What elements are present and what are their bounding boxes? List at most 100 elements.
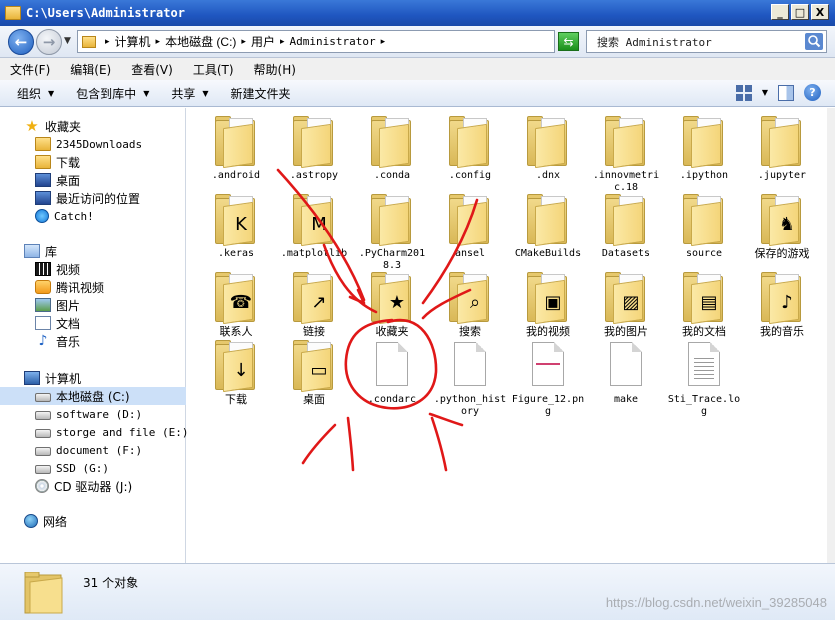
folder-item-item-15[interactable]: ♞ 保存的游戏 bbox=[743, 194, 821, 260]
tencent-video-icon bbox=[35, 280, 51, 294]
folder-item-item-16[interactable]: ☎ 联系人 bbox=[197, 272, 275, 338]
search-input[interactable]: 搜索 Administrator bbox=[586, 30, 827, 53]
folder-item-android[interactable]: .android bbox=[197, 116, 275, 182]
folder-item-item-25[interactable]: ▭ 桌面 bbox=[275, 340, 353, 406]
folder-item-astropy[interactable]: .astropy bbox=[275, 116, 353, 182]
minimize-button[interactable]: _ bbox=[771, 4, 789, 20]
forward-button[interactable]: → bbox=[36, 29, 62, 55]
nav-item-pictures[interactable]: 图片 bbox=[0, 296, 186, 314]
folder-item-cmakebuilds[interactable]: CMakeBuilds bbox=[509, 194, 587, 260]
nav-item-videos[interactable]: 视频 bbox=[0, 260, 186, 278]
item-label: .keras bbox=[217, 248, 255, 259]
folder-item-item-18[interactable]: ★ 收藏夹 bbox=[353, 272, 431, 338]
folder-item-pycharm2018-3[interactable]: .PyCharm2018.3 bbox=[353, 194, 431, 272]
nav-item-drive-d[interactable]: software (D:) bbox=[0, 405, 186, 423]
folder-item-conda[interactable]: .conda bbox=[353, 116, 431, 182]
nav-network[interactable]: 网络 bbox=[0, 512, 186, 530]
file-item-make[interactable]: make bbox=[587, 340, 665, 406]
folder-item-item-24[interactable]: ↓ 下载 bbox=[197, 340, 275, 406]
folder-item-matplotlib[interactable]: M .matplotlib bbox=[275, 194, 353, 260]
maximize-button[interactable]: □ bbox=[791, 4, 809, 20]
folder-item-ipython[interactable]: .ipython bbox=[665, 116, 743, 182]
folder-item-datasets[interactable]: Datasets bbox=[587, 194, 665, 260]
address-bar[interactable]: ▸ 计算机 ▸ 本地磁盘 (C:) ▸ 用户 ▸ Administrator ▸… bbox=[77, 30, 625, 53]
folder-item-item-19[interactable]: ⌕ 搜索 bbox=[431, 272, 509, 338]
chevron-right-icon[interactable]: ▸ bbox=[105, 37, 110, 47]
overlay-icon: ↗ bbox=[311, 291, 327, 313]
folder-item-item-20[interactable]: ▣ 我的视频 bbox=[509, 272, 587, 338]
window-edge bbox=[827, 108, 835, 563]
nav-item-tencent-video[interactable]: 腾讯视频 bbox=[0, 278, 186, 296]
back-button[interactable]: ← bbox=[8, 29, 34, 55]
hard-drive-icon bbox=[35, 393, 51, 402]
organize-button[interactable]: 组织 ▼ bbox=[17, 85, 54, 102]
folder-item-source[interactable]: source bbox=[665, 194, 743, 260]
menu-view[interactable]: 查看(V) bbox=[131, 61, 173, 78]
nav-item-drive-c[interactable]: 本地磁盘 (C:) bbox=[0, 387, 186, 405]
file-item-sti-trace-log[interactable]: Sti_Trace.log bbox=[665, 340, 743, 418]
chevron-right-icon[interactable]: ▸ bbox=[381, 37, 386, 47]
close-button[interactable]: X bbox=[811, 4, 829, 20]
catch-icon bbox=[35, 209, 49, 223]
hard-drive-icon bbox=[35, 411, 51, 420]
folder-item-innovmetric-18[interactable]: .innovmetric.18 bbox=[587, 116, 665, 194]
libraries-group: 库 视频 腾讯视频 图片 文档 ♪ 音乐 bbox=[0, 242, 186, 350]
folder-item-item-21[interactable]: ▨ 我的图片 bbox=[587, 272, 665, 338]
address-row: ← → ▼ ▸ 计算机 ▸ 本地磁盘 (C:) ▸ 用户 ▸ Administr… bbox=[0, 26, 835, 58]
nav-item-drive-f[interactable]: document (F:) bbox=[0, 441, 186, 459]
folder-icon bbox=[5, 6, 21, 20]
include-in-library-button[interactable]: 包含到库中 ▼ bbox=[76, 85, 149, 102]
folder-item-item-17[interactable]: ↗ 链接 bbox=[275, 272, 353, 338]
computer-icon bbox=[24, 371, 40, 385]
menu-help[interactable]: 帮助(H) bbox=[254, 61, 296, 78]
menu-file[interactable]: 文件(F) bbox=[10, 61, 50, 78]
nav-item-recent-places[interactable]: 最近访问的位置 bbox=[0, 189, 186, 207]
nav-item-desktop[interactable]: 桌面 bbox=[0, 171, 186, 189]
folder-item-dnx[interactable]: .dnx bbox=[509, 116, 587, 182]
chevron-right-icon[interactable]: ▸ bbox=[280, 37, 285, 47]
view-options-icon[interactable] bbox=[735, 84, 752, 101]
chevron-right-icon[interactable]: ▸ bbox=[156, 37, 161, 47]
nav-item-documents[interactable]: 文档 bbox=[0, 314, 186, 332]
file-item-python-history[interactable]: .python_history bbox=[431, 340, 509, 418]
refresh-icon: ⇆ bbox=[563, 34, 574, 49]
preview-pane-icon[interactable] bbox=[778, 84, 794, 101]
nav-item-drive-j[interactable]: CD 驱动器 (J:) bbox=[0, 477, 186, 495]
folder-item-item-23[interactable]: ♪ 我的音乐 bbox=[743, 272, 821, 338]
overlay-icon: ↓ bbox=[233, 359, 249, 381]
organize-label: 组织 bbox=[17, 86, 42, 101]
search-icon[interactable] bbox=[805, 33, 823, 50]
folder-item-jupyter[interactable]: .jupyter bbox=[743, 116, 821, 182]
crumb-users[interactable]: 用户 bbox=[251, 33, 275, 50]
nav-favorites[interactable]: ★ 收藏夹 bbox=[0, 117, 186, 135]
crumb-local-disk[interactable]: 本地磁盘 (C:) bbox=[165, 33, 236, 50]
file-item-figure-12-png[interactable]: Figure_12.png bbox=[509, 340, 587, 418]
nav-item-drive-g[interactable]: SSD (G:) bbox=[0, 459, 186, 477]
nav-item-catch[interactable]: Catch! bbox=[0, 207, 186, 225]
chevron-right-icon[interactable]: ▸ bbox=[241, 37, 246, 47]
nav-libraries[interactable]: 库 bbox=[0, 242, 186, 260]
menu-edit[interactable]: 编辑(E) bbox=[70, 61, 111, 78]
share-button[interactable]: 共享 ▼ bbox=[171, 85, 208, 102]
folder-item-config[interactable]: .config bbox=[431, 116, 509, 182]
recent-pages-dropdown[interactable]: ▼ bbox=[64, 36, 71, 46]
nav-item-drive-e[interactable]: storge and file (E:) bbox=[0, 423, 188, 441]
help-icon[interactable]: ? bbox=[804, 84, 821, 101]
folder-item-item-22[interactable]: ▤ 我的文档 bbox=[665, 272, 743, 338]
nav-computer[interactable]: 计算机 bbox=[0, 369, 186, 387]
overlay-icon: M bbox=[311, 213, 327, 235]
file-item-condarc[interactable]: .condarc bbox=[353, 340, 431, 406]
folder-item-ansel[interactable]: ansel bbox=[431, 194, 509, 260]
crumb-administrator[interactable]: Administrator bbox=[289, 35, 375, 48]
crumb-computer[interactable]: 计算机 bbox=[115, 33, 151, 50]
folder-item-keras[interactable]: K .keras bbox=[197, 194, 275, 260]
nav-item-music[interactable]: ♪ 音乐 bbox=[0, 332, 186, 350]
new-folder-button[interactable]: 新建文件夹 bbox=[231, 85, 291, 102]
chevron-down-icon[interactable]: ▼ bbox=[762, 88, 768, 97]
menu-tools[interactable]: 工具(T) bbox=[193, 61, 234, 78]
star-icon: ★ bbox=[25, 117, 39, 135]
refresh-button[interactable]: ⇆ bbox=[558, 32, 579, 51]
nav-item-downloads[interactable]: 下载 bbox=[0, 153, 186, 171]
arrow-right-icon: → bbox=[42, 33, 56, 51]
nav-item-2345downloads[interactable]: 2345Downloads bbox=[0, 135, 186, 153]
